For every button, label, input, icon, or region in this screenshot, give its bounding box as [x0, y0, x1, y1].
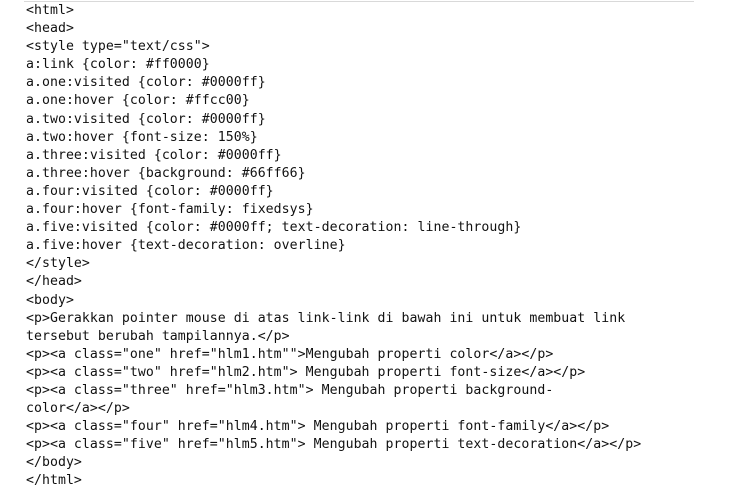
code-line-17: <body> [26, 292, 74, 308]
code-line-15: </style> [26, 256, 90, 272]
code-lines: <html> <head> <style type="text/css"> a:… [26, 2, 641, 491]
code-line-12: a.four:hover {font-family: fixedsys} [26, 202, 314, 218]
code-line-2: <head> [26, 21, 74, 37]
code-line-18: <p>Gerakkan pointer mouse di atas link-l… [26, 310, 626, 326]
code-line-5: a.one:visited {color: #0000ff} [26, 75, 266, 91]
code-line-8: a.two:hover {font-size: 150%} [26, 129, 258, 145]
code-line-3: <style type="text/css"> [26, 39, 210, 55]
code-line-25: <p><a class="five" href="hlm5.htm"> Meng… [26, 437, 642, 453]
code-line-9: a.three:visited {color: #0000ff} [26, 147, 282, 163]
code-line-22: <p><a class="three" href="hlm3.htm"> Men… [26, 382, 554, 398]
code-line-13: a.five:visited {color: #0000ff; text-dec… [26, 220, 522, 236]
code-line-27: </html> [26, 473, 82, 489]
code-line-14: a.five:hover {text-decoration: overline} [26, 238, 346, 254]
code-line-16: </head> [26, 274, 82, 290]
code-line-24: <p><a class="four" href="hlm4.htm"> Meng… [26, 419, 610, 435]
code-line-1: <html> [26, 3, 74, 18]
code-line-10: a.three:hover {background: #66ff66} [26, 165, 306, 181]
code-listing: <html> <head> <style type="text/css"> a:… [0, 0, 731, 501]
code-line-6: a.one:hover {color: #ffcc00} [26, 93, 250, 109]
code-line-26: </body> [26, 455, 82, 471]
code-line-4: a:link {color: #ff0000} [26, 57, 210, 73]
code-line-20: <p><a class="one" href="hlm1.htm"">Mengu… [26, 346, 554, 362]
code-line-19: tersebut berubah tampilannya.</p> [26, 328, 290, 344]
code-line-23: color</a></p> [26, 401, 130, 417]
code-line-21: <p><a class="two" href="hlm2.htm"> Mengu… [26, 364, 586, 380]
code-line-11: a.four:visited {color: #0000ff} [26, 183, 274, 199]
code-line-7: a.two:visited {color: #0000ff} [26, 111, 266, 127]
